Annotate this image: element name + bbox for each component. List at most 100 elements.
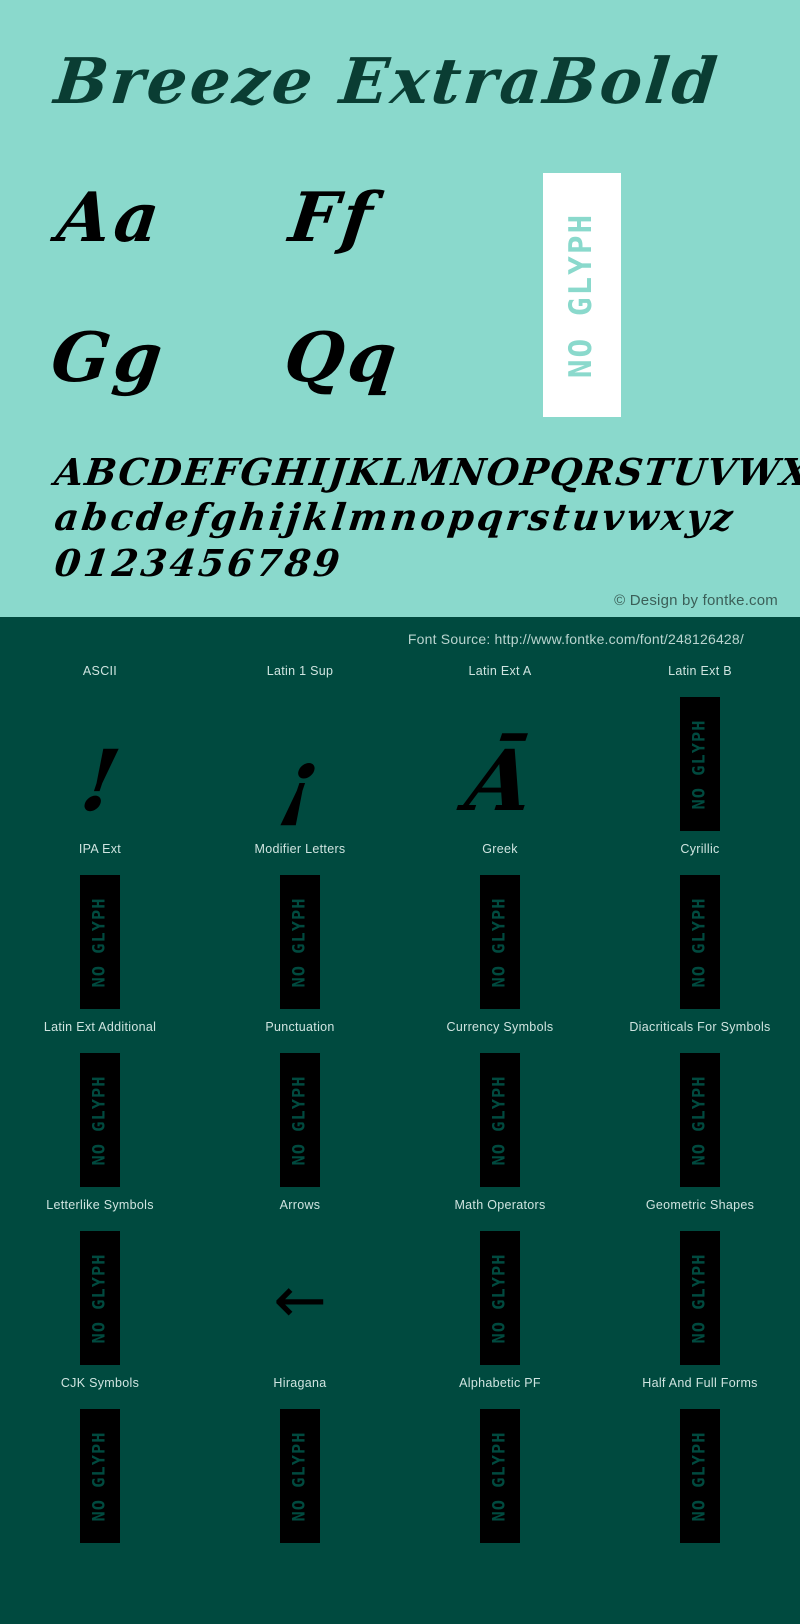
no-glyph-label: NO GLYPH <box>489 1431 510 1521</box>
glyph-sample: ! <box>74 731 126 830</box>
no-glyph-box: NO GLYPH <box>680 1231 720 1365</box>
no-glyph-box: NO GLYPH <box>680 1053 720 1187</box>
letter-pair-sample: Gg <box>47 318 171 398</box>
letter-pair-sample: Aa <box>53 178 168 258</box>
unicode-block-label: Latin 1 Sup <box>266 664 334 678</box>
unicode-block-cell[interactable]: Math Operators NO GLYPH <box>400 1189 600 1367</box>
no-glyph-label: NO GLYPH <box>89 1075 110 1165</box>
font-name-title: Breeze ExtraBold <box>51 44 724 118</box>
unicode-block-glyph: NO GLYPH <box>0 863 200 1011</box>
unicode-block-cell[interactable]: Alphabetic PF NO GLYPH <box>400 1367 600 1545</box>
unicode-block-label: Geometric Shapes <box>645 1198 755 1212</box>
unicode-block-label: CJK Symbols <box>60 1376 140 1390</box>
unicode-block-label: Currency Symbols <box>446 1020 554 1034</box>
unicode-block-glyph: NO GLYPH <box>600 1041 800 1189</box>
no-glyph-label: NO GLYPH <box>689 719 710 809</box>
unicode-blocks-panel: Font Source: http://www.fontke.com/font/… <box>0 617 800 1624</box>
no-glyph-box: NO GLYPH <box>680 875 720 1009</box>
unicode-block-label: Punctuation <box>265 1020 335 1034</box>
font-specimen-page: Breeze ExtraBold Aa Ff Gg Qq NO GLYPH AB… <box>0 0 800 1624</box>
no-glyph-label: NO GLYPH <box>689 1253 710 1343</box>
no-glyph-box: NO GLYPH <box>280 875 320 1009</box>
unicode-block-cell[interactable]: Currency Symbols NO GLYPH <box>400 1011 600 1189</box>
unicode-block-label: Arrows <box>279 1198 321 1212</box>
glyph-sample: ¡ <box>274 731 326 830</box>
unicode-block-cell[interactable]: Latin Ext Additional NO GLYPH <box>0 1011 200 1189</box>
no-glyph-box: NO GLYPH <box>480 1053 520 1187</box>
no-glyph-label: NO GLYPH <box>689 1431 710 1521</box>
no-glyph-box: NO GLYPH <box>80 1231 120 1365</box>
no-glyph-label: NO GLYPH <box>89 1431 110 1521</box>
unicode-block-cell[interactable]: Half And Full Forms NO GLYPH <box>600 1367 800 1545</box>
unicode-block-label: Math Operators <box>454 1198 546 1212</box>
unicode-block-cell[interactable]: Geometric Shapes NO GLYPH <box>600 1189 800 1367</box>
no-glyph-label: NO GLYPH <box>289 1075 310 1165</box>
unicode-block-label: Latin Ext B <box>668 664 732 678</box>
no-glyph-box: NO GLYPH <box>480 1409 520 1543</box>
unicode-block-cell[interactable]: Greek NO GLYPH <box>400 833 600 1011</box>
unicode-block-cell[interactable]: Latin Ext B NO GLYPH <box>600 655 800 833</box>
no-glyph-label: NO GLYPH <box>489 897 510 987</box>
no-glyph-box: NO GLYPH <box>480 1231 520 1365</box>
unicode-block-cell[interactable]: Cyrillic NO GLYPH <box>600 833 800 1011</box>
unicode-block-label: Half And Full Forms <box>642 1376 758 1390</box>
unicode-block-label: Latin Ext Additional <box>43 1020 157 1034</box>
no-glyph-box: NO GLYPH <box>80 1053 120 1187</box>
unicode-block-label: Latin Ext A <box>468 664 532 678</box>
unicode-block-cell[interactable]: CJK Symbols NO GLYPH <box>0 1367 200 1545</box>
alphabet-digits: 0123456789 <box>52 541 346 585</box>
unicode-block-glyph: ¡ <box>200 685 400 833</box>
unicode-block-glyph: NO GLYPH <box>400 1219 600 1367</box>
no-glyph-label: NO GLYPH <box>489 1075 510 1165</box>
unicode-block-label: Modifier Letters <box>254 842 346 856</box>
hero-panel: Breeze ExtraBold Aa Ff Gg Qq NO GLYPH AB… <box>0 0 800 617</box>
unicode-block-glyph: ! <box>0 685 200 833</box>
unicode-block-cell[interactable]: Hiragana NO GLYPH <box>200 1367 400 1545</box>
letter-pair-samples: Aa Ff Gg Qq <box>0 168 540 428</box>
unicode-block-grid: ASCII! Latin 1 Sup ¡ Latin Ext A Ā Latin Ext … <box>0 655 800 1545</box>
unicode-block-glyph: NO GLYPH <box>0 1219 200 1367</box>
no-glyph-label: NO GLYPH <box>689 897 710 987</box>
no-glyph-label: NO GLYPH <box>289 897 310 987</box>
no-glyph-box: NO GLYPH <box>680 697 720 831</box>
copyright-credit: © Design by fontke.com <box>614 592 778 609</box>
unicode-block-cell[interactable]: IPA Ext NO GLYPH <box>0 833 200 1011</box>
unicode-block-glyph: NO GLYPH <box>600 1397 800 1545</box>
font-source-link[interactable]: Font Source: http://www.fontke.com/font/… <box>408 631 744 647</box>
unicode-block-cell[interactable]: Letterlike Symbols NO GLYPH <box>0 1189 200 1367</box>
unicode-block-label: Letterlike Symbols <box>46 1198 154 1212</box>
unicode-block-cell[interactable]: ASCII! <box>0 655 200 833</box>
unicode-block-glyph: NO GLYPH <box>600 1219 800 1367</box>
unicode-block-glyph: NO GLYPH <box>400 1041 600 1189</box>
unicode-block-label: Greek <box>482 842 518 856</box>
unicode-block-cell[interactable]: Modifier Letters NO GLYPH <box>200 833 400 1011</box>
unicode-block-cell[interactable]: Latin 1 Sup ¡ <box>200 655 400 833</box>
no-glyph-label: NO GLYPH <box>89 897 110 987</box>
unicode-block-glyph: ← <box>200 1219 400 1367</box>
unicode-block-glyph: NO GLYPH <box>0 1041 200 1189</box>
unicode-block-glyph: Ā <box>400 685 600 833</box>
unicode-block-cell[interactable]: Latin Ext A Ā <box>400 655 600 833</box>
left-arrow-icon: ← <box>273 1264 327 1338</box>
no-glyph-box: NO GLYPH <box>543 173 621 417</box>
unicode-block-glyph: NO GLYPH <box>600 863 800 1011</box>
no-glyph-label: NO GLYPH <box>89 1253 110 1343</box>
unicode-block-label: Hiragana <box>273 1376 327 1390</box>
unicode-block-cell[interactable]: Arrows ← <box>200 1189 400 1367</box>
unicode-block-label: IPA Ext <box>78 842 122 856</box>
unicode-block-glyph: NO GLYPH <box>200 1397 400 1545</box>
alphabet-samples: ABCDEFGHIJKLMNOPQRSTUVWXYZ abcdefghijklm… <box>52 450 800 586</box>
no-glyph-box: NO GLYPH <box>80 1409 120 1543</box>
unicode-block-glyph: NO GLYPH <box>200 863 400 1011</box>
unicode-block-cell[interactable]: Punctuation NO GLYPH <box>200 1011 400 1189</box>
unicode-block-cell[interactable]: Diacriticals For Symbols NO GLYPH <box>600 1011 800 1189</box>
no-glyph-label: NO GLYPH <box>289 1431 310 1521</box>
letter-pair-sample: Ff <box>285 178 381 258</box>
alphabet-uppercase: ABCDEFGHIJKLMNOPQRSTUVWXYZ <box>52 450 800 494</box>
unicode-block-glyph: NO GLYPH <box>200 1041 400 1189</box>
no-glyph-label: NO GLYPH <box>489 1253 510 1343</box>
no-glyph-box: NO GLYPH <box>680 1409 720 1543</box>
no-glyph-box: NO GLYPH <box>280 1053 320 1187</box>
no-glyph-box: NO GLYPH <box>280 1409 320 1543</box>
no-glyph-label: NO GLYPH <box>689 1075 710 1165</box>
